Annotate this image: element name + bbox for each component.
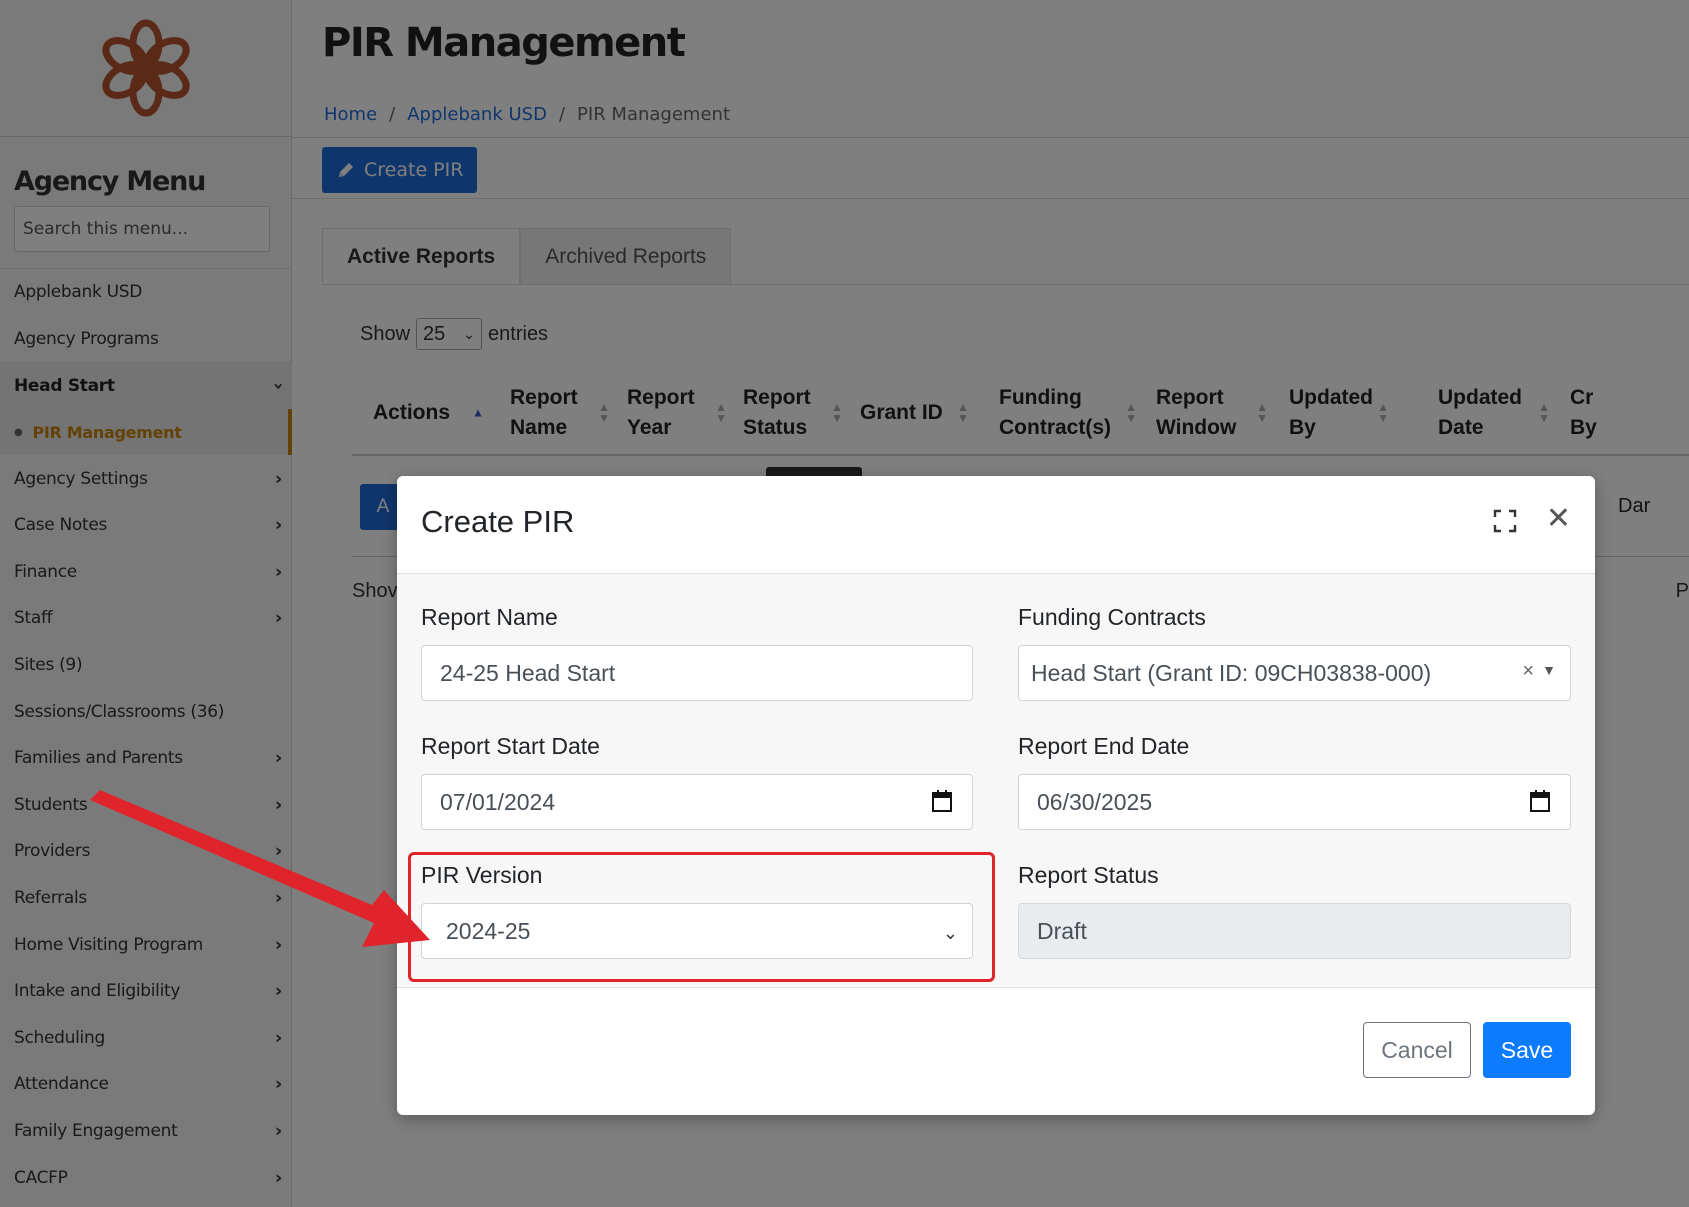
dropdown-arrow-icon[interactable]: ▼ bbox=[1542, 662, 1556, 678]
start-date-label: Report Start Date bbox=[421, 733, 600, 759]
report-status-field: Draft bbox=[1018, 903, 1571, 959]
start-date-value: 07/01/2024 bbox=[440, 788, 556, 815]
end-date-input[interactable]: 06/30/2025 bbox=[1018, 774, 1571, 830]
funding-contracts-select[interactable]: Head Start (Grant ID: 09CH03838-000) × ▼ bbox=[1018, 645, 1571, 701]
funding-contracts-value: Head Start (Grant ID: 09CH03838-000) bbox=[1031, 659, 1432, 686]
report-name-label: Report Name bbox=[421, 604, 558, 630]
modal-title: Create PIR bbox=[421, 504, 575, 539]
end-date-value: 06/30/2025 bbox=[1037, 788, 1153, 815]
modal-footer: Cancel Save bbox=[397, 990, 1595, 1115]
close-icon[interactable]: ✕ bbox=[1546, 504, 1571, 534]
calendar-icon[interactable] bbox=[932, 790, 952, 812]
report-name-input[interactable]: 24-25 Head Start bbox=[421, 645, 973, 701]
cancel-button[interactable]: Cancel bbox=[1363, 1022, 1471, 1078]
start-date-input[interactable]: 07/01/2024 bbox=[421, 774, 973, 830]
calendar-icon[interactable] bbox=[1530, 790, 1550, 812]
expand-icon[interactable] bbox=[1493, 509, 1517, 533]
save-button[interactable]: Save bbox=[1483, 1022, 1571, 1078]
clear-icon[interactable]: × bbox=[1522, 660, 1534, 683]
modal-header: Create PIR ✕ bbox=[397, 476, 1595, 574]
create-pir-modal: Create PIR ✕ Report Name 24-25 Head Star… bbox=[397, 476, 1595, 1115]
report-status-value: Draft bbox=[1037, 917, 1087, 944]
highlight-annotation bbox=[408, 852, 995, 982]
report-name-value: 24-25 Head Start bbox=[440, 659, 616, 686]
end-date-label: Report End Date bbox=[1018, 733, 1190, 759]
report-status-label: Report Status bbox=[1018, 862, 1159, 888]
funding-contracts-label: Funding Contracts bbox=[1018, 604, 1206, 630]
